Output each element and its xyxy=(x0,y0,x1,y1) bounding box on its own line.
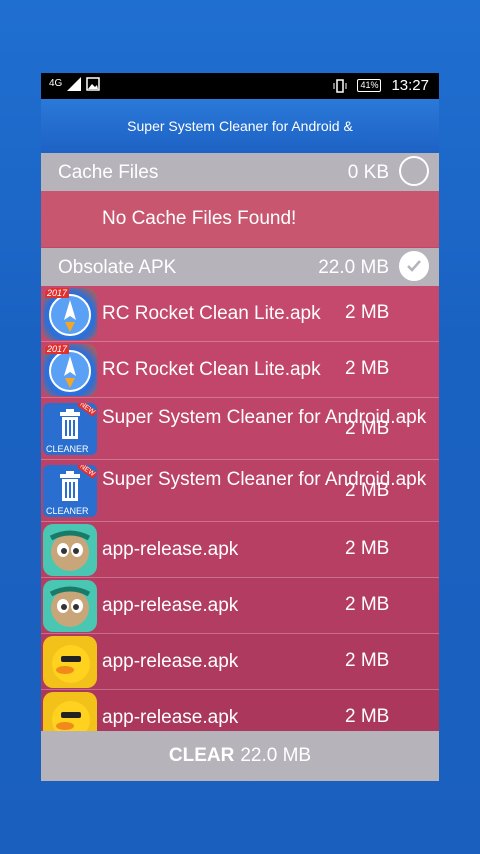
trash-cleaner-icon: CLEANER NEW xyxy=(43,403,97,455)
battery-icon: 41% xyxy=(357,79,382,92)
cache-files-title: Cache Files xyxy=(58,162,159,183)
mascot-icon xyxy=(43,580,97,632)
year-badge: 2017 xyxy=(45,344,70,354)
app-title: Super System Cleaner for Android & xyxy=(127,118,353,134)
list-item[interactable]: app-release.apk 2 MB xyxy=(41,634,439,690)
battery-level: 41% xyxy=(360,80,379,90)
image-notification-icon xyxy=(86,77,101,91)
clear-button[interactable]: CLEAR 22.0 MB xyxy=(41,731,439,781)
apk-name: app-release.apk xyxy=(102,595,239,616)
apk-size: 2 MB xyxy=(345,594,390,615)
list-item[interactable]: app-release.apk 2 MB xyxy=(41,690,439,731)
list-item[interactable]: app-release.apk 2 MB xyxy=(41,578,439,634)
clear-size: 22.0 MB xyxy=(240,745,312,766)
cache-empty-message: No Cache Files Found! xyxy=(41,191,439,247)
clock: 13:27 xyxy=(391,77,429,94)
duck-icon xyxy=(43,692,97,731)
mascot-icon xyxy=(43,524,97,576)
apk-size: 2 MB xyxy=(345,480,390,501)
rocket-clean-icon: 2017 xyxy=(43,344,97,396)
list-item[interactable]: 2017 RC Rocket Clean Lite.apk 2 MB xyxy=(41,342,439,398)
signal-icon xyxy=(67,77,82,91)
cache-files-size: 0 KB xyxy=(347,162,389,183)
list-item[interactable]: CLEANER NEW Super System Cleaner for And… xyxy=(41,460,439,522)
app-title-bar: Super System Cleaner for Android & xyxy=(41,99,439,153)
network-type: 4G xyxy=(49,78,63,89)
cache-empty-text: No Cache Files Found! xyxy=(102,208,297,229)
list-item[interactable]: CLEANER NEW Super System Cleaner for And… xyxy=(41,398,439,460)
cleaner-label: CLEANER xyxy=(46,444,89,454)
obsolate-apk-checkbox[interactable] xyxy=(399,251,429,281)
status-bar: 4G 41% 13:27 xyxy=(41,73,439,99)
apk-name: RC Rocket Clean Lite.apk xyxy=(102,303,321,324)
apk-size: 2 MB xyxy=(345,650,390,671)
duck-icon xyxy=(43,636,97,688)
apk-name: app-release.apk xyxy=(102,539,239,560)
obsolate-apk-size: 22.0 MB xyxy=(318,257,389,278)
cache-files-header[interactable]: Cache Files 0 KB xyxy=(41,153,439,191)
rocket-clean-icon: 2017 xyxy=(43,288,97,340)
year-badge: 2017 xyxy=(45,288,70,298)
apk-size: 2 MB xyxy=(345,302,390,323)
list-item[interactable]: 2017 RC Rocket Clean Lite.apk 2 MB xyxy=(41,286,439,342)
apk-size: 2 MB xyxy=(345,358,390,379)
cleaner-label: CLEANER xyxy=(46,506,89,516)
list-item[interactable]: app-release.apk 2 MB xyxy=(41,522,439,578)
clear-label: CLEAR xyxy=(168,745,235,766)
apk-size: 2 MB xyxy=(345,538,390,559)
apk-size: 2 MB xyxy=(345,706,390,727)
trash-cleaner-icon: CLEANER NEW xyxy=(43,465,97,517)
apk-name: app-release.apk xyxy=(102,707,239,728)
apk-size: 2 MB xyxy=(345,418,390,439)
apk-name: app-release.apk xyxy=(102,651,239,672)
phone-screen: 4G 41% 13:27 Super System Cleaner for An… xyxy=(41,73,439,781)
obsolate-apk-title: Obsolate APK xyxy=(58,257,177,278)
cache-files-checkbox[interactable] xyxy=(399,156,429,186)
checkmark-icon xyxy=(407,260,421,272)
apk-name: RC Rocket Clean Lite.apk xyxy=(102,359,321,380)
vibrate-icon xyxy=(333,78,347,93)
apk-list[interactable]: 2017 RC Rocket Clean Lite.apk 2 MB 2017 … xyxy=(41,286,439,731)
obsolate-apk-header[interactable]: Obsolate APK 22.0 MB xyxy=(41,248,439,286)
